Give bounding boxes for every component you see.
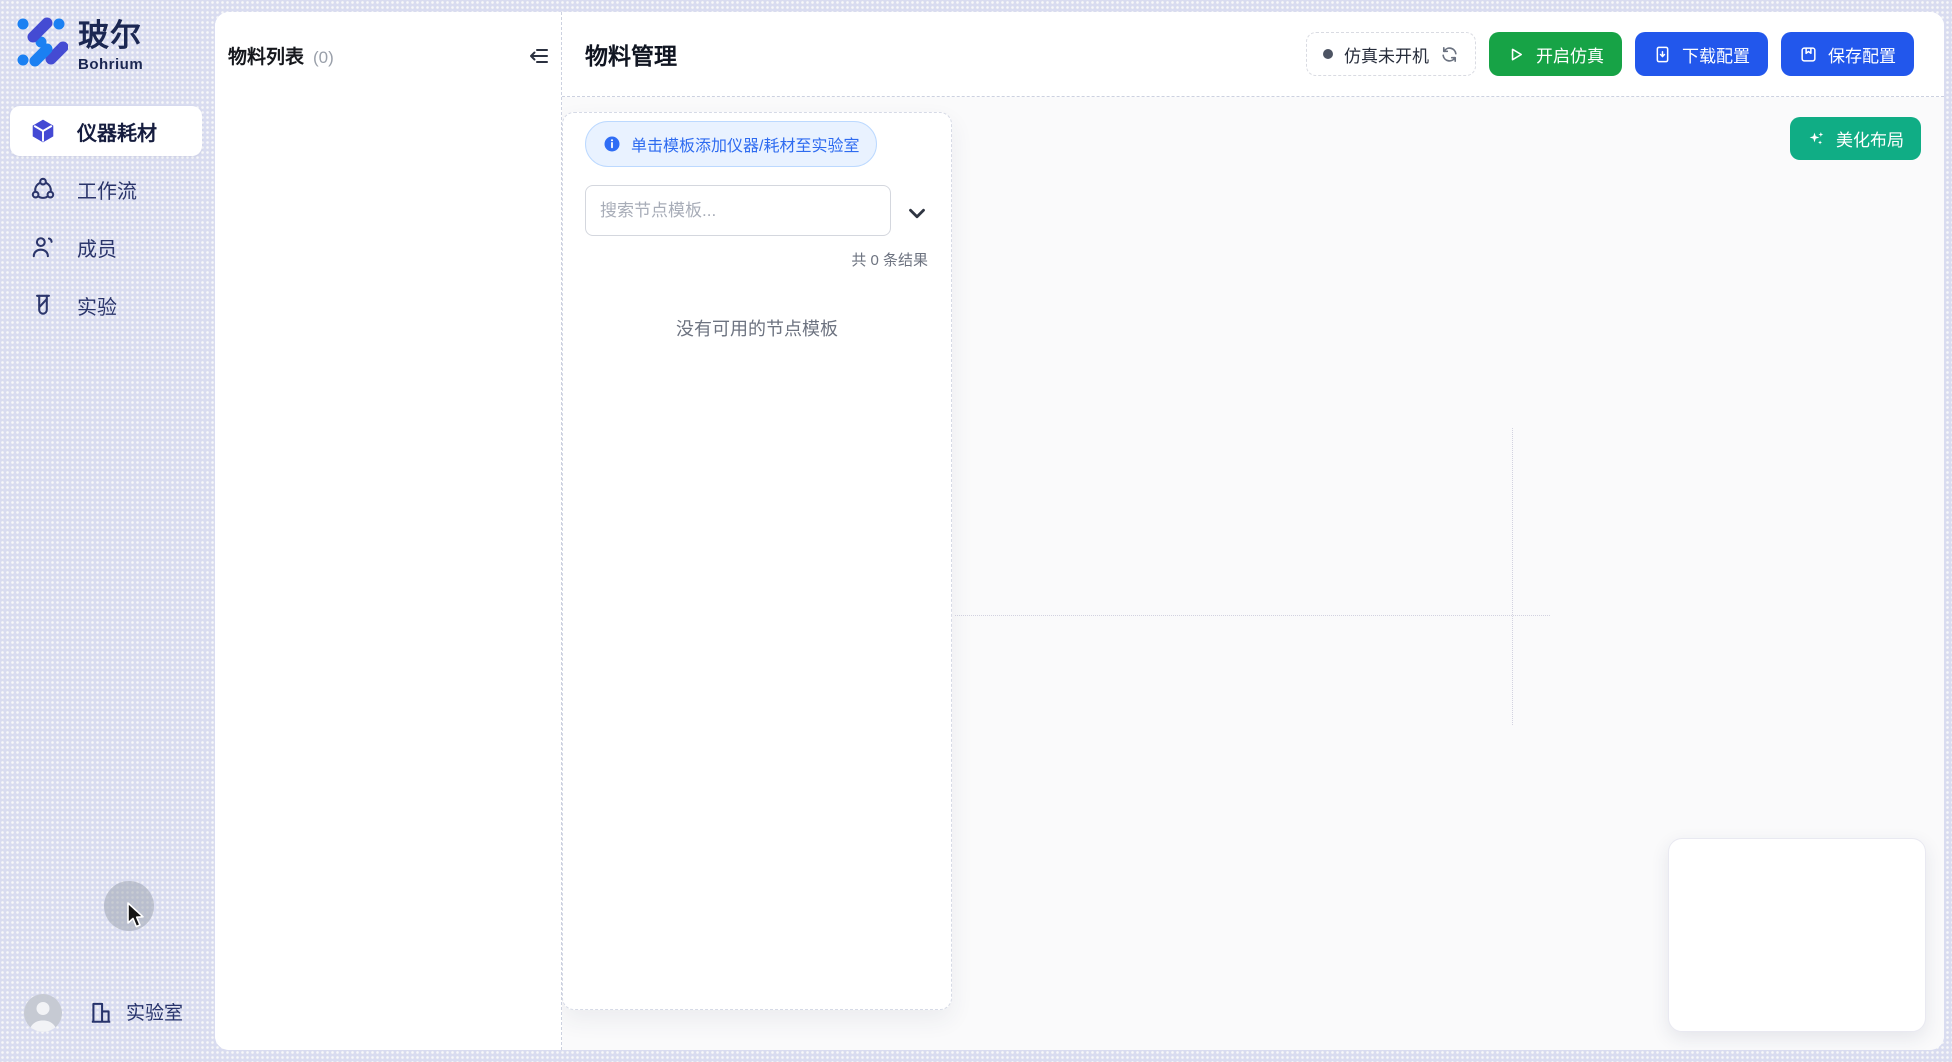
materials-list-count: (0) <box>313 48 334 68</box>
simulation-status-text: 仿真未开机 <box>1344 42 1429 67</box>
hint-banner: 单击模板添加仪器/耗材至实验室 <box>585 121 877 167</box>
node-template-panel: 单击模板添加仪器/耗材至实验室 共 0 条结果 没有可用的节点模板 <box>562 112 952 1010</box>
mouse-cursor <box>126 901 152 931</box>
canvas-guide-horizontal <box>955 615 1550 616</box>
sidebar: 玻尔 Bohrium 仪器耗材 工作流 <box>0 0 215 1062</box>
sidebar-nav: 仪器耗材 工作流 成员 实验 <box>10 106 202 330</box>
start-simulation-button[interactable]: 开启仿真 <box>1489 32 1622 76</box>
info-icon <box>603 135 621 153</box>
template-search-input[interactable] <box>585 185 891 236</box>
empty-templates-text: 没有可用的节点模板 <box>563 315 951 341</box>
beautify-layout-label: 美化布局 <box>1836 126 1904 151</box>
workflow-icon <box>30 176 56 202</box>
play-icon <box>1507 45 1526 64</box>
app-root: { "sidebar": { "brand": { "name": "玻尔", … <box>0 0 1952 1062</box>
cube-icon <box>30 118 56 144</box>
topbar-actions: 仿真未开机 开启仿真 <box>1306 32 1914 76</box>
page-title: 物料管理 <box>585 37 677 71</box>
sidebar-item-instruments[interactable]: 仪器耗材 <box>10 106 202 156</box>
brand-text: 玻尔 Bohrium <box>78 14 143 72</box>
content-section: 物料管理 仿真未开机 开启仿真 <box>562 12 1944 1050</box>
lab-link[interactable]: 实验室 <box>88 998 183 1025</box>
main-card: 物料列表 (0) 物料管理 仿真未开机 <box>215 12 1944 1050</box>
download-config-label: 下载配置 <box>1682 42 1750 67</box>
hint-banner-text: 单击模板添加仪器/耗材至实验室 <box>631 132 859 156</box>
sparkles-icon <box>1807 129 1826 148</box>
sidebar-item-members[interactable]: 成员 <box>10 222 202 272</box>
materials-list-header: 物料列表 (0) <box>228 42 334 69</box>
download-config-button[interactable]: 下载配置 <box>1635 32 1768 76</box>
beautify-layout-button[interactable]: 美化布局 <box>1790 117 1921 160</box>
simulation-status-pill[interactable]: 仿真未开机 <box>1306 32 1476 76</box>
sidebar-item-label: 成员 <box>77 233 117 262</box>
canvas-guide-vertical <box>1512 428 1513 725</box>
materials-list-title: 物料列表 <box>228 42 304 69</box>
test-tube-icon <box>30 292 56 318</box>
save-icon <box>1799 45 1818 64</box>
avatar-person-icon <box>24 994 62 1032</box>
brand[interactable]: 玻尔 Bohrium <box>14 14 143 72</box>
topbar: 物料管理 仿真未开机 开启仿真 <box>562 12 1944 97</box>
minimap-panel[interactable] <box>1668 838 1926 1032</box>
brand-name: 玻尔 <box>78 20 143 51</box>
file-download-icon <box>1653 45 1672 64</box>
sidebar-item-workflow[interactable]: 工作流 <box>10 164 202 214</box>
building-icon <box>88 999 114 1025</box>
collapse-panel-icon[interactable] <box>527 44 551 68</box>
sidebar-item-experiment[interactable]: 实验 <box>10 280 202 330</box>
materials-list-panel: 物料列表 (0) <box>215 12 562 1050</box>
save-config-label: 保存配置 <box>1828 42 1896 67</box>
bohrium-logo-icon <box>14 14 68 68</box>
chevron-down-icon[interactable] <box>904 200 930 226</box>
user-avatar[interactable] <box>24 994 62 1032</box>
layout-canvas[interactable]: 单击模板添加仪器/耗材至实验室 共 0 条结果 没有可用的节点模板 美化布局 <box>562 97 1944 1050</box>
members-icon <box>30 234 56 260</box>
sidebar-item-label: 实验 <box>77 291 117 320</box>
sidebar-item-label: 仪器耗材 <box>77 117 157 146</box>
refresh-icon[interactable] <box>1440 45 1459 64</box>
save-config-button[interactable]: 保存配置 <box>1781 32 1914 76</box>
lab-label: 实验室 <box>126 998 183 1025</box>
status-dot-icon <box>1323 49 1333 59</box>
start-simulation-label: 开启仿真 <box>1536 42 1604 67</box>
brand-subtitle: Bohrium <box>78 57 143 72</box>
results-count: 共 0 条结果 <box>851 249 928 270</box>
sidebar-item-label: 工作流 <box>77 175 137 204</box>
